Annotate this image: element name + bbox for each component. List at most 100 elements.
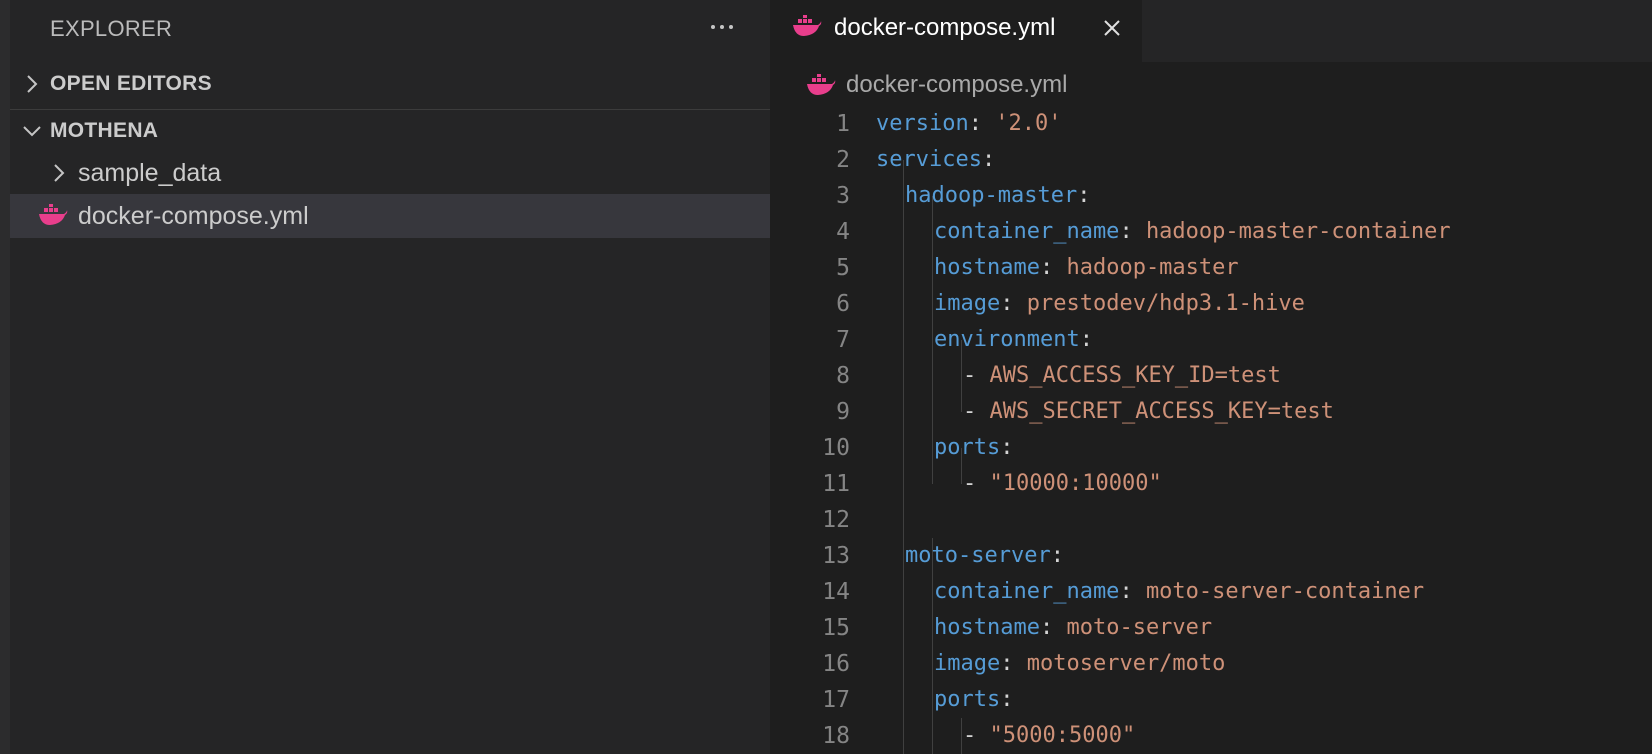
tab-docker-compose[interactable]: docker-compose.yml: [770, 0, 1142, 62]
yaml-key: version: [876, 111, 969, 136]
line-content: hostname: hadoop-master: [934, 250, 1239, 286]
chevron-down-icon: [23, 126, 41, 137]
code-line: 12: [770, 502, 1652, 538]
yaml-value: '2.0': [995, 111, 1062, 136]
code-line: 2 services:: [770, 142, 1652, 178]
line-number: 5: [836, 255, 850, 281]
editor-area: docker-compose.yml docker-compose.yml 1v…: [770, 0, 1652, 754]
yaml-value: prestodev/hdp3.1-hive: [1026, 291, 1305, 316]
yaml-value: "5000:5000": [989, 723, 1136, 748]
explorer-header: EXPLORER: [10, 0, 770, 56]
line-number: 6: [836, 291, 850, 317]
code-line: 15 hostname: moto-server: [770, 610, 1652, 646]
code-line: 17 ports:: [770, 682, 1652, 718]
line-number: 12: [822, 507, 850, 533]
code-line: 4 container_name: hadoop-master-container: [770, 214, 1652, 250]
line-content: ports:: [934, 682, 1013, 718]
code-line: 9 - AWS_SECRET_ACCESS_KEY=test: [770, 394, 1652, 430]
code-line: 16 image: motoserver/moto: [770, 646, 1652, 682]
chevron-right-icon: [54, 164, 65, 182]
explorer-sidebar: EXPLORER OPEN EDITORS MOTHENA sample_dat…: [10, 0, 770, 754]
code-line: 1 version: '2.0': [770, 106, 1652, 142]
tree-item-label: docker-compose.yml: [78, 201, 309, 230]
yaml-punct: -: [963, 723, 990, 748]
line-content: hadoop-master:: [905, 178, 1090, 214]
line-content: moto-server:: [905, 538, 1064, 574]
line-content: - "5000:5000": [963, 718, 1135, 754]
yaml-punct: :: [1119, 579, 1146, 604]
yaml-value: AWS_ACCESS_KEY_ID=test: [989, 363, 1281, 388]
line-number: 3: [836, 183, 850, 209]
yaml-punct: -: [963, 363, 990, 388]
line-content: image: motoserver/moto: [934, 646, 1225, 682]
yaml-value: "10000:10000": [989, 471, 1162, 496]
line-content: container_name: hadoop-master-container: [934, 214, 1451, 250]
section-open-editors[interactable]: OPEN EDITORS: [10, 63, 770, 105]
yaml-punct: :: [1039, 615, 1067, 640]
yaml-punct: :: [968, 111, 996, 136]
yaml-punct: :: [1000, 651, 1027, 676]
yaml-punct: :: [1077, 183, 1091, 208]
docker-icon: [793, 15, 822, 36]
yaml-punct: -: [963, 471, 990, 496]
yaml-punct: :: [1000, 435, 1014, 460]
code-line: 7 environment:: [770, 322, 1652, 358]
chevron-right-icon: [27, 75, 38, 93]
line-number: 14: [822, 579, 850, 605]
tab-label: docker-compose.yml: [834, 14, 1056, 41]
section-workspace[interactable]: MOTHENA: [10, 109, 770, 151]
activity-bar-edge: [0, 0, 10, 754]
tree-item-file-selected[interactable]: docker-compose.yml: [10, 194, 770, 238]
yaml-key: moto-server: [905, 543, 1051, 568]
line-number: 4: [836, 219, 850, 245]
ellipsis-icon[interactable]: [702, 10, 742, 44]
section-workspace-label: MOTHENA: [50, 118, 159, 142]
line-number: 13: [822, 543, 850, 569]
line-number: 1: [836, 111, 850, 137]
yaml-punct: :: [1000, 687, 1014, 712]
yaml-key: image: [934, 651, 1001, 676]
yaml-key: image: [934, 291, 1001, 316]
code-line: 11 - "10000:10000": [770, 466, 1652, 502]
yaml-punct: -: [963, 399, 990, 424]
yaml-value: moto-server-container: [1145, 579, 1425, 604]
yaml-punct: :: [981, 147, 996, 172]
yaml-value: hadoop-master: [1066, 255, 1239, 280]
line-number: 8: [836, 363, 850, 389]
yaml-value: motoserver/moto: [1026, 651, 1226, 676]
code-line: 8 - AWS_ACCESS_KEY_ID=test: [770, 358, 1652, 394]
yaml-key: container_name: [934, 579, 1120, 604]
yaml-key: hadoop-master: [905, 183, 1078, 208]
code-line: 10 ports:: [770, 430, 1652, 466]
yaml-key: container_name: [934, 219, 1120, 244]
breadcrumb[interactable]: docker-compose.yml: [770, 66, 1652, 106]
code-line: 14 container_name: moto-server-container: [770, 574, 1652, 610]
yaml-punct: :: [1050, 543, 1064, 568]
yaml-punct: :: [1079, 327, 1093, 352]
close-icon[interactable]: [1100, 16, 1124, 40]
yaml-key: hostname: [934, 255, 1040, 280]
line-content: container_name: moto-server-container: [934, 574, 1424, 610]
line-number: 16: [822, 651, 850, 677]
yaml-value: AWS_SECRET_ACCESS_KEY=test: [989, 399, 1334, 424]
line-content: version: '2.0': [876, 106, 1061, 142]
yaml-value: moto-server: [1066, 615, 1213, 640]
line-content: hostname: moto-server: [934, 610, 1212, 646]
yaml-key: services: [876, 147, 982, 172]
line-number: 15: [822, 615, 850, 641]
line-number: 2: [836, 147, 850, 173]
line-content: - "10000:10000": [963, 466, 1162, 502]
yaml-value: hadoop-master-container: [1145, 219, 1451, 244]
yaml-punct: :: [1039, 255, 1067, 280]
yaml-key: ports: [934, 435, 1001, 460]
section-open-editors-label: OPEN EDITORS: [50, 72, 212, 95]
explorer-title: EXPLORER: [50, 16, 173, 41]
tab-bar: docker-compose.yml: [770, 0, 1652, 62]
code-editor[interactable]: 1 version: '2.0' 2 services: 3 hadoop-master:…: [770, 106, 1652, 754]
docker-icon: [39, 204, 68, 225]
yaml-punct: :: [1000, 291, 1027, 316]
line-number: 17: [822, 687, 850, 713]
line-number: 9: [836, 399, 850, 425]
tree-item-folder[interactable]: sample_data: [10, 151, 770, 195]
line-number: 7: [836, 327, 850, 353]
